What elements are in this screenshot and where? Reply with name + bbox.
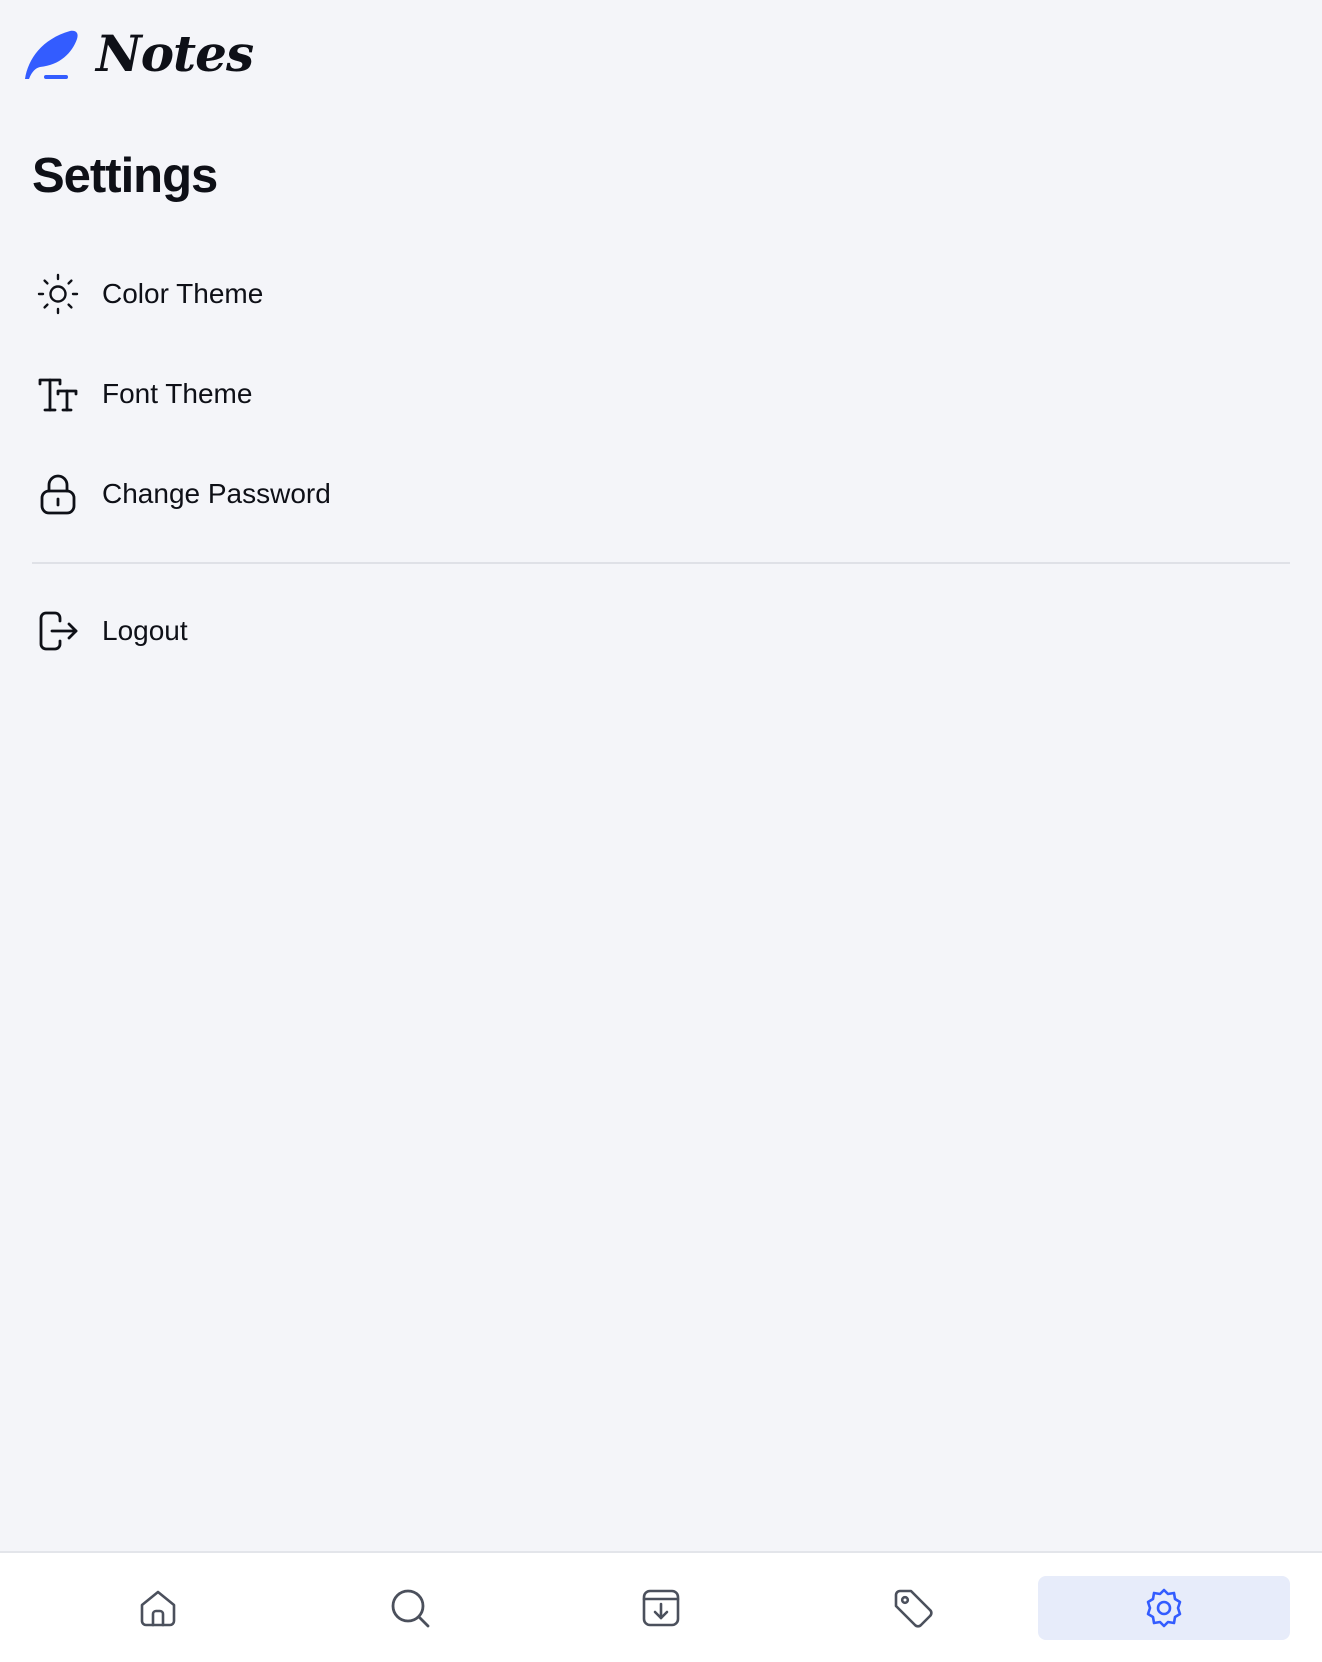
- settings-item-change-password[interactable]: Change Password: [32, 444, 1290, 544]
- settings-item-color-theme[interactable]: Color Theme: [32, 244, 1290, 344]
- settings-item-font-theme[interactable]: Font Theme: [32, 344, 1290, 444]
- tag-icon: [894, 1589, 933, 1628]
- app-root: Notes Settings Color Theme Font Theme Ch…: [0, 0, 1322, 1662]
- logout-button[interactable]: Logout: [32, 581, 1290, 681]
- logout-label: Logout: [102, 615, 188, 646]
- feather-logo-icon: [25, 30, 78, 79]
- bottom-nav: [0, 1551, 1322, 1662]
- archive-icon: [642, 1589, 680, 1627]
- text-size-icon: [36, 372, 80, 416]
- search-icon: [391, 1589, 430, 1628]
- settings-icon: [1146, 1588, 1182, 1628]
- settings-item-label: Font Theme: [102, 378, 253, 409]
- nav-archive-button[interactable]: [535, 1576, 787, 1640]
- nav-home-button[interactable]: [32, 1576, 284, 1640]
- home-icon: [140, 1590, 176, 1627]
- settings-item-label: Change Password: [102, 478, 331, 509]
- nav-search-button[interactable]: [284, 1576, 536, 1640]
- app-name: Notes: [96, 24, 254, 83]
- app-logo[interactable]: Notes: [22, 24, 254, 83]
- settings-divider: [32, 562, 1290, 564]
- page-title: Settings: [32, 149, 218, 203]
- nav-settings-button[interactable]: [1038, 1576, 1290, 1640]
- settings-item-label: Color Theme: [102, 278, 264, 309]
- sun-icon: [36, 272, 80, 316]
- nav-tags-button[interactable]: [787, 1576, 1039, 1640]
- lock-icon: [36, 472, 80, 516]
- logout-icon: [36, 609, 80, 653]
- settings-list: Color Theme Font Theme Change Password L…: [32, 244, 1290, 681]
